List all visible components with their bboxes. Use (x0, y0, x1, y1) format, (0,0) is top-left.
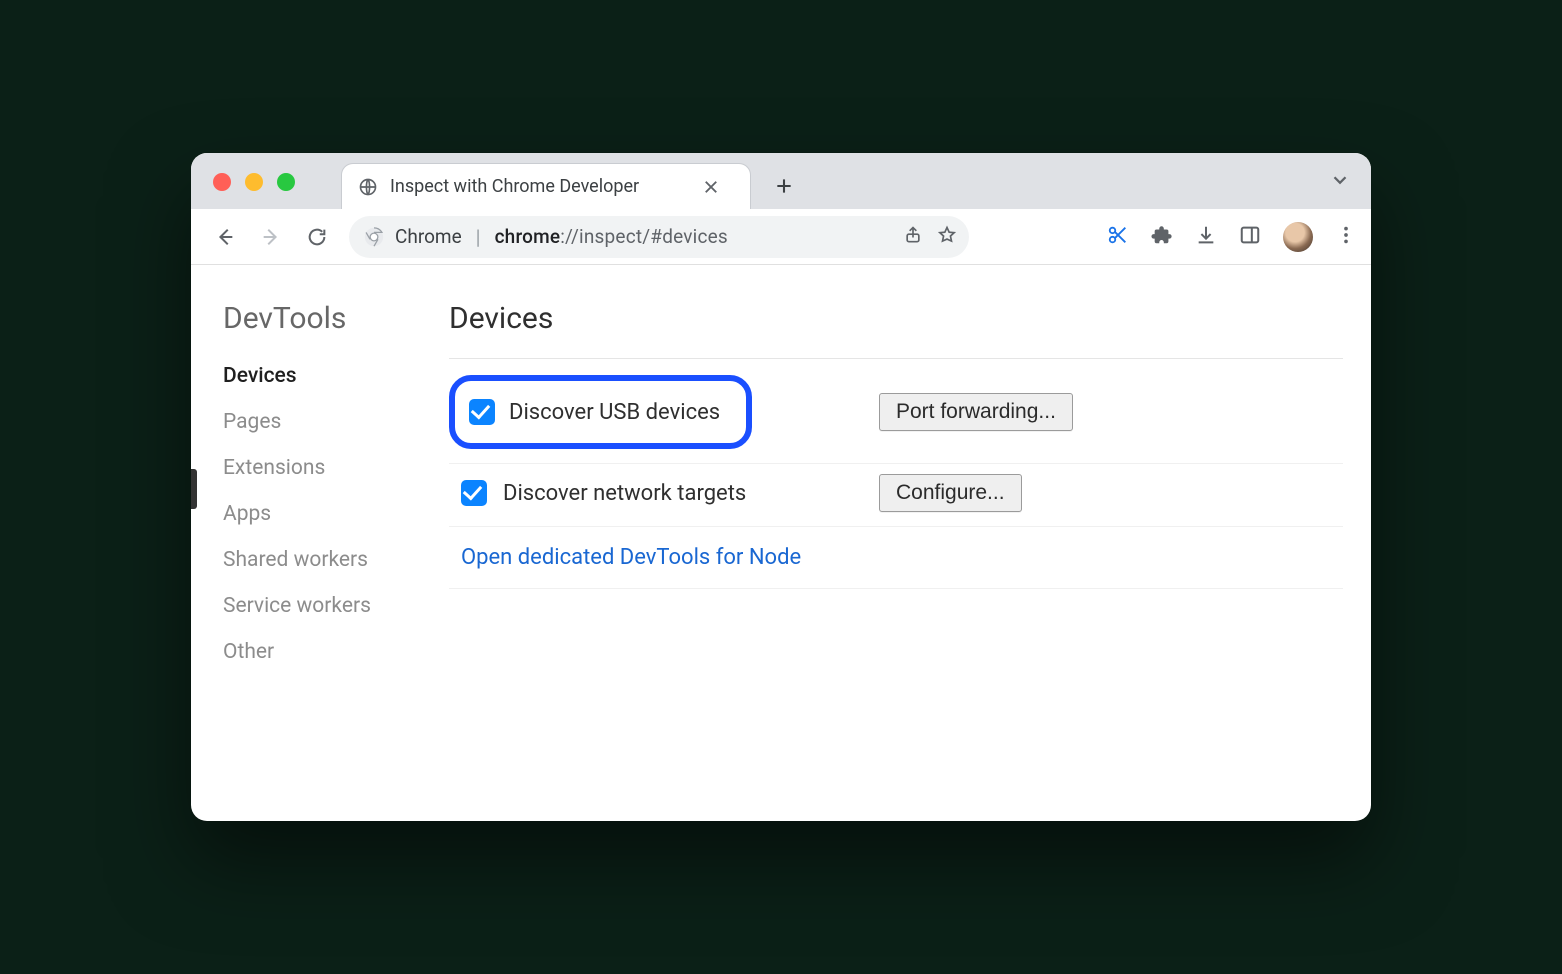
tabs-dropdown-icon[interactable] (1329, 169, 1351, 195)
active-sidebar-indicator (191, 469, 197, 509)
sidebar-item-devices[interactable]: Devices (223, 364, 409, 388)
sidebar-item-other[interactable]: Other (223, 640, 409, 664)
configure-button[interactable]: Configure... (879, 474, 1022, 512)
usb-highlight: Discover USB devices (449, 375, 752, 449)
omnibox-separator: | (476, 225, 481, 249)
globe-icon (358, 177, 378, 197)
sidebar-item-extensions[interactable]: Extensions (223, 456, 409, 480)
kebab-menu-icon[interactable] (1335, 224, 1357, 250)
tab-title: Inspect with Chrome Developer (390, 176, 690, 197)
omnibox-chip: Chrome (395, 225, 462, 248)
downloads-icon[interactable] (1195, 224, 1217, 250)
tab-strip: Inspect with Chrome Developer (341, 153, 803, 209)
sidebar-item-service-workers[interactable]: Service workers (223, 594, 409, 618)
network-row: Discover network targets Configure... (449, 464, 1343, 527)
browser-window: Inspect with Chrome Developer (191, 153, 1371, 821)
maximize-window-button[interactable] (277, 173, 295, 191)
share-icon[interactable] (903, 225, 923, 249)
main-panel: Devices Discover USB devices Port forwar… (449, 301, 1343, 801)
main-heading: Devices (449, 301, 1343, 336)
extensions-icon[interactable] (1151, 224, 1173, 250)
sidebar-title: DevTools (223, 301, 409, 336)
sidebar-item-apps[interactable]: Apps (223, 502, 409, 526)
titlebar: Inspect with Chrome Developer (191, 153, 1371, 209)
chrome-icon (363, 226, 385, 248)
close-tab-icon[interactable] (702, 178, 720, 196)
port-forwarding-button[interactable]: Port forwarding... (879, 393, 1073, 431)
discover-network-checkbox[interactable] (461, 480, 487, 506)
sidebar-item-pages[interactable]: Pages (223, 410, 409, 434)
toolbar: Chrome | chrome://inspect/#devices (191, 209, 1371, 265)
sidebar: DevTools Devices Pages Extensions Apps S… (209, 301, 409, 801)
discover-usb-checkbox[interactable] (469, 399, 495, 425)
new-tab-button[interactable] (765, 167, 803, 205)
sidebar-item-shared-workers[interactable]: Shared workers (223, 548, 409, 572)
node-link-row: Open dedicated DevTools for Node (449, 527, 1343, 589)
omnibox-url: chrome://inspect/#devices (495, 225, 728, 248)
open-node-devtools-link[interactable]: Open dedicated DevTools for Node (461, 545, 801, 570)
profile-avatar[interactable] (1283, 222, 1313, 252)
bookmark-star-icon[interactable] (937, 225, 957, 249)
usb-row: Discover USB devices Port forwarding... (449, 365, 1343, 464)
traffic-lights (213, 173, 295, 191)
divider (449, 358, 1343, 359)
browser-tab[interactable]: Inspect with Chrome Developer (341, 163, 751, 209)
scissors-icon[interactable] (1107, 224, 1129, 250)
minimize-window-button[interactable] (245, 173, 263, 191)
sidebar-list: Devices Pages Extensions Apps Shared wor… (223, 364, 409, 664)
page-content: DevTools Devices Pages Extensions Apps S… (191, 265, 1371, 821)
back-button[interactable] (205, 217, 245, 257)
omnibox[interactable]: Chrome | chrome://inspect/#devices (349, 216, 969, 258)
forward-button[interactable] (251, 217, 291, 257)
reload-button[interactable] (297, 217, 337, 257)
discover-network-label: Discover network targets (503, 481, 746, 506)
toolbar-actions (1107, 222, 1357, 252)
close-window-button[interactable] (213, 173, 231, 191)
discover-usb-label: Discover USB devices (509, 400, 720, 425)
side-panel-icon[interactable] (1239, 224, 1261, 250)
